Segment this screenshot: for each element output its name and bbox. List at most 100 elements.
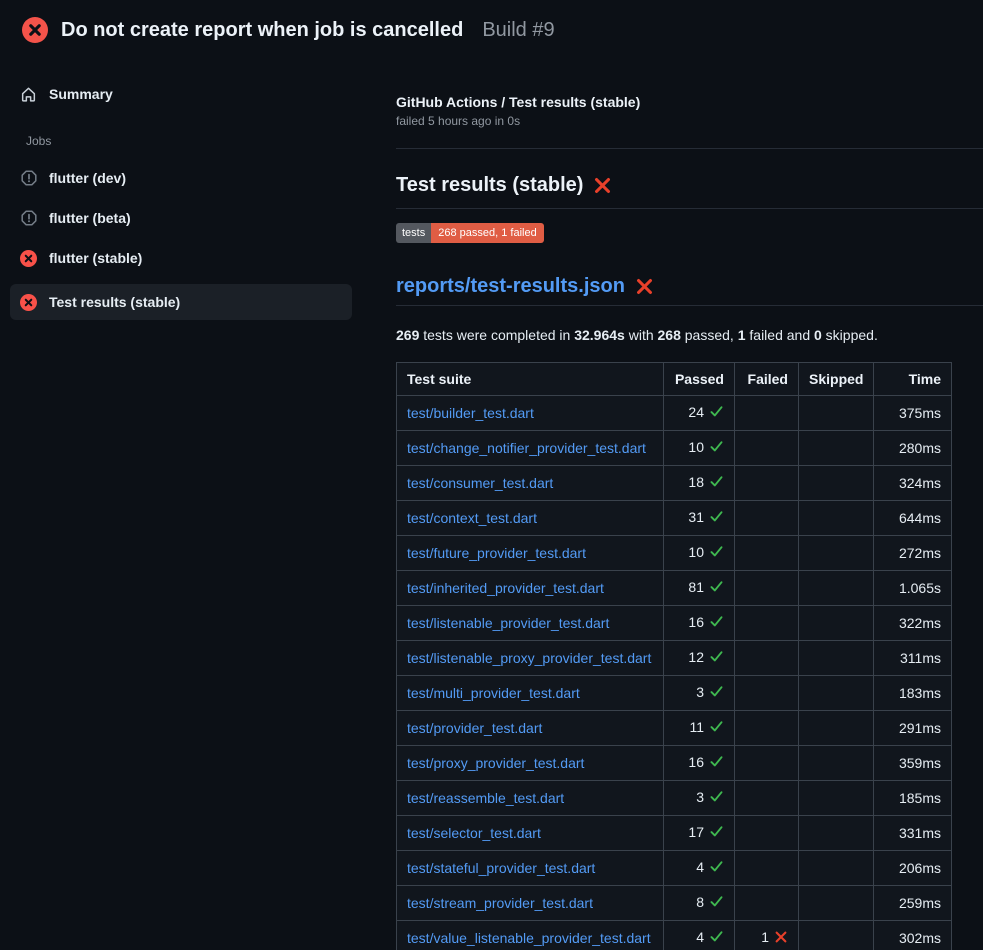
skipped-cell bbox=[799, 501, 874, 536]
suite-cell: test/provider_test.dart bbox=[397, 711, 664, 746]
failed-cell bbox=[735, 536, 799, 571]
table-row: test/builder_test.dart24375ms bbox=[397, 396, 952, 431]
table-row: test/context_test.dart31644ms bbox=[397, 501, 952, 536]
sidebar-item-test-results-stable[interactable]: Test results (stable) bbox=[10, 284, 352, 320]
failed-icon bbox=[20, 294, 37, 311]
failed-cell bbox=[735, 641, 799, 676]
suite-link[interactable]: test/provider_test.dart bbox=[407, 720, 542, 736]
failed-cell bbox=[735, 886, 799, 921]
section-title: Test results (stable) bbox=[396, 174, 983, 209]
failed-cell bbox=[735, 781, 799, 816]
x-icon bbox=[774, 930, 788, 948]
table-row: test/inherited_provider_test.dart811.065… bbox=[397, 571, 952, 606]
suite-link[interactable]: test/multi_provider_test.dart bbox=[407, 685, 580, 701]
run-status-line: failed 5 hours ago in 0s bbox=[396, 114, 983, 128]
time-cell: 272ms bbox=[874, 536, 952, 571]
suite-link[interactable]: test/listenable_proxy_provider_test.dart bbox=[407, 650, 651, 666]
suite-cell: test/multi_provider_test.dart bbox=[397, 676, 664, 711]
time-cell: 280ms bbox=[874, 431, 952, 466]
table-row: test/consumer_test.dart18324ms bbox=[397, 466, 952, 501]
failed-cell bbox=[735, 396, 799, 431]
suite-link[interactable]: test/builder_test.dart bbox=[407, 405, 534, 421]
skipped-cell bbox=[799, 431, 874, 466]
suite-link[interactable]: test/value_listenable_provider_test.dart bbox=[407, 930, 651, 946]
suite-link[interactable]: test/listenable_provider_test.dart bbox=[407, 615, 609, 631]
failed-cell bbox=[735, 676, 799, 711]
suite-cell: test/inherited_provider_test.dart bbox=[397, 571, 664, 606]
suite-link[interactable]: test/change_notifier_provider_test.dart bbox=[407, 440, 646, 456]
suite-cell: test/listenable_provider_test.dart bbox=[397, 606, 664, 641]
divider bbox=[396, 148, 983, 149]
failed-cell bbox=[735, 711, 799, 746]
tests-badge: tests 268 passed, 1 failed bbox=[396, 223, 544, 243]
suite-cell: test/consumer_test.dart bbox=[397, 466, 664, 501]
check-icon bbox=[709, 859, 724, 878]
check-icon bbox=[709, 474, 724, 493]
home-icon bbox=[20, 86, 37, 103]
sidebar-item-flutter-dev[interactable]: flutter (dev) bbox=[10, 164, 352, 192]
suite-cell: test/proxy_provider_test.dart bbox=[397, 746, 664, 781]
suite-link[interactable]: test/inherited_provider_test.dart bbox=[407, 580, 604, 596]
check-icon bbox=[709, 439, 724, 458]
failed-cell bbox=[735, 606, 799, 641]
suite-cell: test/listenable_proxy_provider_test.dart bbox=[397, 641, 664, 676]
skipped-cell bbox=[799, 676, 874, 711]
time-cell: 185ms bbox=[874, 781, 952, 816]
summary-sentence: 269 tests were completed in 32.964s with… bbox=[396, 327, 983, 343]
table-header-row: Test suite Passed Failed Skipped Time bbox=[397, 363, 952, 396]
time-cell: 322ms bbox=[874, 606, 952, 641]
failed-cell bbox=[735, 431, 799, 466]
sidebar-item-flutter-beta[interactable]: flutter (beta) bbox=[10, 204, 352, 232]
failed-cell bbox=[735, 851, 799, 886]
report-title-link[interactable]: reports/test-results.json bbox=[396, 275, 625, 298]
table-row: test/selector_test.dart17331ms bbox=[397, 816, 952, 851]
failed-x-icon bbox=[593, 176, 612, 195]
check-icon bbox=[709, 684, 724, 703]
sidebar-item-summary[interactable]: Summary bbox=[10, 80, 352, 108]
suite-link[interactable]: test/reassemble_test.dart bbox=[407, 790, 564, 806]
table-row: test/provider_test.dart11291ms bbox=[397, 711, 952, 746]
skipped-cell bbox=[799, 921, 874, 950]
cancelled-icon bbox=[20, 170, 37, 187]
failed-cell bbox=[735, 816, 799, 851]
table-row: test/stateful_provider_test.dart4206ms bbox=[397, 851, 952, 886]
col-skipped: Skipped bbox=[799, 363, 874, 396]
summary-skipped: 0 bbox=[814, 327, 822, 343]
check-icon bbox=[709, 404, 724, 423]
suite-link[interactable]: test/stream_provider_test.dart bbox=[407, 895, 593, 911]
suite-link[interactable]: test/selector_test.dart bbox=[407, 825, 541, 841]
summary-duration: 32.964s bbox=[574, 327, 625, 343]
suite-cell: test/stateful_provider_test.dart bbox=[397, 851, 664, 886]
skipped-cell bbox=[799, 466, 874, 501]
table-row: test/listenable_proxy_provider_test.dart… bbox=[397, 641, 952, 676]
skipped-cell bbox=[799, 641, 874, 676]
sidebar-item-flutter-stable[interactable]: flutter (stable) bbox=[10, 244, 352, 272]
suite-cell: test/selector_test.dart bbox=[397, 816, 664, 851]
failed-cell bbox=[735, 501, 799, 536]
time-cell: 302ms bbox=[874, 921, 952, 950]
sidebar-jobs-list: flutter (dev) flutter (beta) flutter (stab… bbox=[0, 164, 396, 320]
table-row: test/multi_provider_test.dart3183ms bbox=[397, 676, 952, 711]
suite-cell: test/change_notifier_provider_test.dart bbox=[397, 431, 664, 466]
suite-link[interactable]: test/context_test.dart bbox=[407, 510, 537, 526]
col-test-suite: Test suite bbox=[397, 363, 664, 396]
page-title: Do not create report when job is cancell… bbox=[61, 19, 463, 42]
badge-label: tests bbox=[396, 223, 431, 243]
failed-icon bbox=[22, 17, 48, 43]
skipped-cell bbox=[799, 571, 874, 606]
suite-link[interactable]: test/proxy_provider_test.dart bbox=[407, 755, 584, 771]
suite-link[interactable]: test/future_provider_test.dart bbox=[407, 545, 586, 561]
build-number: Build #9 bbox=[482, 19, 554, 42]
sidebar-item-label: flutter (beta) bbox=[49, 210, 131, 226]
time-cell: 324ms bbox=[874, 466, 952, 501]
sidebar: Summary Jobs flutter (dev)flutter (beta)… bbox=[0, 60, 396, 332]
suite-link[interactable]: test/consumer_test.dart bbox=[407, 475, 553, 491]
table-row: test/change_notifier_provider_test.dart1… bbox=[397, 431, 952, 466]
col-failed: Failed bbox=[735, 363, 799, 396]
suite-link[interactable]: test/stateful_provider_test.dart bbox=[407, 860, 595, 876]
summary-total: 269 bbox=[396, 327, 419, 343]
run-header: Do not create report when job is cancell… bbox=[0, 0, 983, 60]
skipped-cell bbox=[799, 711, 874, 746]
col-passed: Passed bbox=[664, 363, 735, 396]
failed-cell bbox=[735, 466, 799, 501]
